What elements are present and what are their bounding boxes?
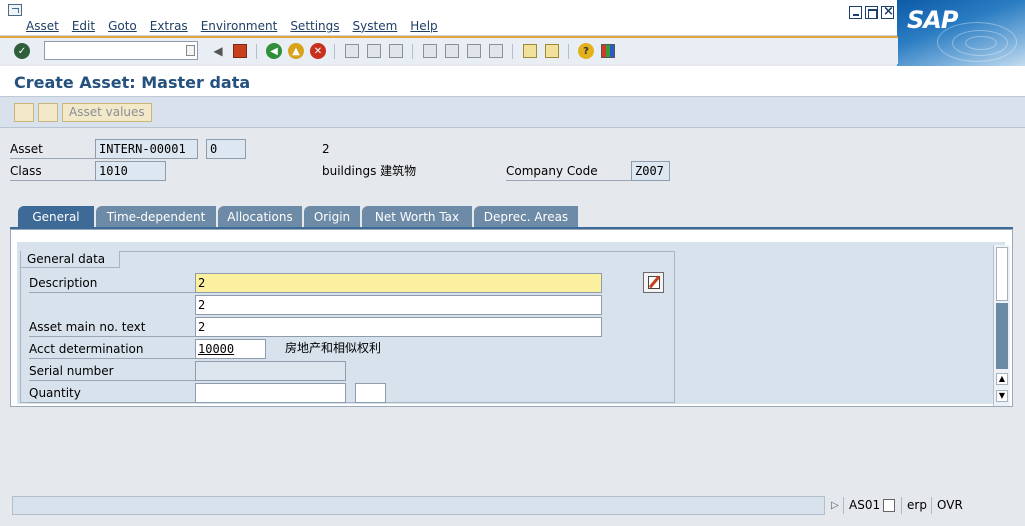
shortcut-icon[interactable] <box>544 43 560 59</box>
system-menu-icon[interactable] <box>8 4 22 16</box>
menu-extras[interactable]: Extras <box>150 19 188 33</box>
tab-general[interactable]: General <box>18 206 94 228</box>
sap-logo: SAP <box>897 0 1025 66</box>
last-page-icon[interactable] <box>488 43 504 59</box>
minimize-icon[interactable] <box>849 6 862 19</box>
menu-edit[interactable]: Edit <box>72 19 95 33</box>
back-icon[interactable]: ◀ <box>266 43 282 59</box>
enter-icon[interactable]: ✓ <box>14 43 30 59</box>
acct-determination-label: Acct determination <box>29 339 195 359</box>
scrollbar-thumb[interactable] <box>996 303 1008 369</box>
tab-panel: General data Description 2 2 Asset main … <box>10 229 1013 407</box>
menu-bar: Asset Edit Goto Extras Environment Setti… <box>0 0 1025 36</box>
asset-values-button[interactable]: Asset values <box>62 103 152 122</box>
company-code-field: Z007 <box>631 161 670 181</box>
menu-system[interactable]: System <box>353 19 398 33</box>
scroll-down-icon[interactable]: ▼ <box>996 390 1008 402</box>
window-controls <box>849 4 894 19</box>
serial-number-field[interactable] <box>195 361 346 381</box>
find-icon[interactable] <box>366 43 382 59</box>
sap-logo-text: SAP <box>907 6 958 34</box>
company-code-label: Company Code <box>506 162 632 181</box>
find-next-icon[interactable] <box>388 43 404 59</box>
menu-help[interactable]: Help <box>410 19 437 33</box>
menu-environment[interactable]: Environment <box>201 19 278 33</box>
description-label: Description <box>29 273 195 293</box>
help-icon[interactable]: ? <box>578 43 594 59</box>
transaction-code: AS01 <box>849 498 881 512</box>
quantity-unit-field[interactable] <box>355 383 386 403</box>
asset-description-text: 2 <box>322 142 330 156</box>
tab-content: General data Description 2 2 Asset main … <box>17 242 1005 404</box>
other-asset-icon[interactable] <box>14 103 34 122</box>
menu-list: Asset Edit Goto Extras Environment Setti… <box>26 19 438 33</box>
create-session-icon[interactable] <box>522 43 538 59</box>
menu-goto[interactable]: Goto <box>108 19 137 33</box>
scrollbar-track[interactable] <box>996 247 1008 301</box>
tab-allocations[interactable]: Allocations <box>218 206 302 228</box>
first-page-icon[interactable] <box>422 43 438 59</box>
application-toolbar: Asset values <box>0 97 1025 128</box>
tab-origin[interactable]: Origin <box>304 206 360 228</box>
system-id: erp <box>907 498 927 512</box>
quantity-label: Quantity <box>29 383 195 403</box>
general-data-title: General data <box>21 251 121 268</box>
tab-net-worth-tax[interactable]: Net Worth Tax <box>362 206 472 228</box>
asset-main-text-field[interactable]: 2 <box>195 317 602 337</box>
quantity-field[interactable] <box>195 383 346 403</box>
tab-deprec-areas[interactable]: Deprec. Areas <box>474 206 578 228</box>
class-field: 1010 <box>95 161 166 181</box>
system-info-icon[interactable] <box>883 496 895 515</box>
menu-settings[interactable]: Settings <box>290 19 339 33</box>
previous-page-icon[interactable] <box>444 43 460 59</box>
status-message-area <box>12 496 825 515</box>
cancel-icon[interactable]: ✕ <box>310 43 326 59</box>
class-label: Class <box>10 162 96 181</box>
save-icon[interactable] <box>232 43 248 59</box>
page-title: Create Asset: Master data <box>14 73 251 92</box>
class-description-text: buildings 建筑物 <box>322 164 417 178</box>
scroll-up-icon[interactable]: ▲ <box>996 373 1008 385</box>
exit-icon[interactable]: ▲ <box>288 43 304 59</box>
description-field[interactable]: 2 <box>195 273 602 293</box>
display-change-icon[interactable] <box>38 103 58 122</box>
next-page-icon[interactable] <box>466 43 482 59</box>
long-text-icon[interactable] <box>643 272 664 293</box>
general-data-group: General data Description 2 2 Asset main … <box>20 251 675 403</box>
sub-number-field: 0 <box>206 139 246 159</box>
status-bar: ▷ AS01 erp OVR <box>0 493 1025 526</box>
asset-label: Asset <box>10 140 96 159</box>
maximize-icon[interactable] <box>865 6 878 19</box>
back-arrow-icon[interactable]: ◀ <box>210 43 226 59</box>
customize-layout-icon[interactable] <box>600 43 616 59</box>
asset-main-text-label: Asset main no. text <box>29 317 195 337</box>
title-bar: Create Asset: Master data <box>0 66 1025 97</box>
vertical-scrollbar[interactable]: ▲ ▼ <box>993 245 1010 406</box>
command-history-icon[interactable] <box>186 45 195 56</box>
asset-number-field: INTERN-00001 <box>95 139 198 159</box>
command-field[interactable] <box>44 41 198 60</box>
print-icon[interactable] <box>344 43 360 59</box>
system-toolbar: ✓ ◀ ◀ ▲ ✕ ? <box>0 36 898 64</box>
input-mode[interactable]: OVR <box>937 496 963 515</box>
description-line2-field[interactable]: 2 <box>195 295 602 315</box>
close-icon[interactable] <box>881 4 894 19</box>
menu-asset[interactable]: Asset <box>26 19 59 33</box>
status-expand-icon[interactable]: ▷ <box>831 496 839 515</box>
acct-determination-text: 房地产和相似权利 <box>285 341 382 355</box>
serial-number-label: Serial number <box>29 361 195 381</box>
tab-time-dependent[interactable]: Time-dependent <box>96 206 216 228</box>
acct-determination-field[interactable]: 10000 <box>195 339 266 359</box>
